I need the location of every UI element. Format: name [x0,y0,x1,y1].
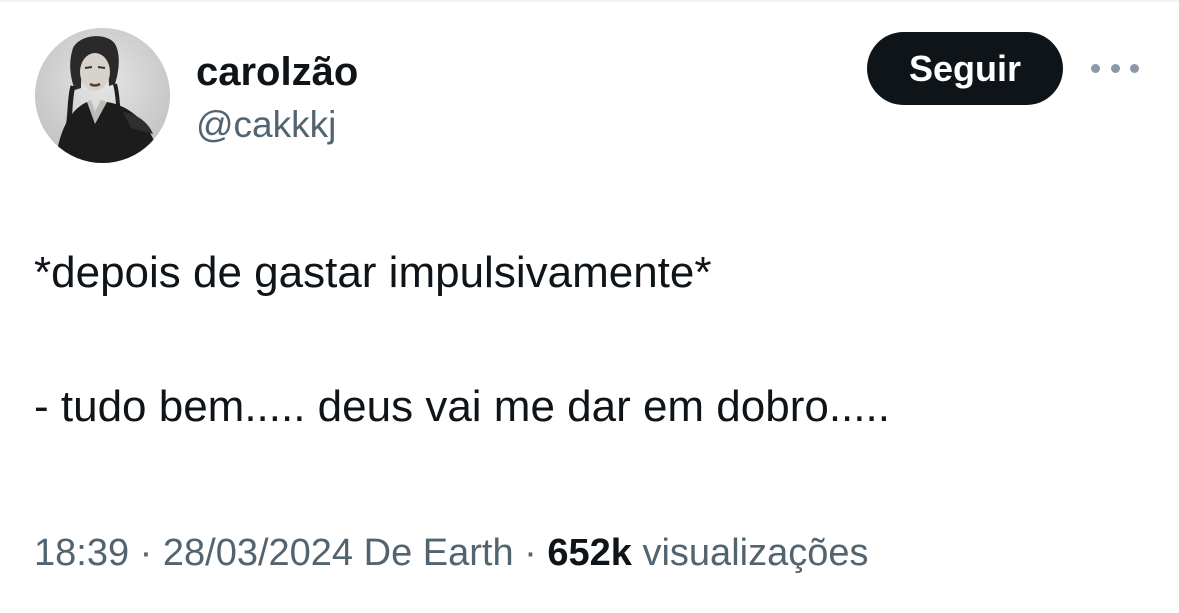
meta-separator: · [524,532,537,574]
tweet-text: *depois de gastar impulsivamente* - tudo… [34,244,1154,436]
tweet-line-2: - tudo bem..... deus vai me dar em dobro… [34,382,890,431]
more-dot [1110,63,1120,73]
more-dot [1091,63,1100,73]
tweet-meta: 18:39 · 28/03/2024 De Earth · 652k visua… [34,528,868,578]
author-handle[interactable]: @cakkkj [196,102,336,148]
top-divider [0,0,1179,2]
views-label: visualizações [642,532,869,574]
more-dot [1130,63,1139,73]
more-horizontal-icon[interactable] [1091,58,1139,78]
avatar[interactable] [35,28,170,163]
author-display-name[interactable]: carolzão [196,48,358,96]
tweet-line-1: *depois de gastar impulsivamente* [34,248,712,297]
user-avatar-photo [35,28,170,163]
tweet-source: De Earth [363,532,514,574]
tweet-time[interactable]: 18:39 [34,532,129,574]
views-count[interactable]: 652k [547,532,632,574]
meta-separator: · [139,532,153,574]
follow-button[interactable]: Seguir [867,32,1063,105]
tweet-date[interactable]: 28/03/2024 [163,532,353,574]
tweet-card: carolzão @cakkkj Seguir *depois de gasta… [0,0,1179,613]
